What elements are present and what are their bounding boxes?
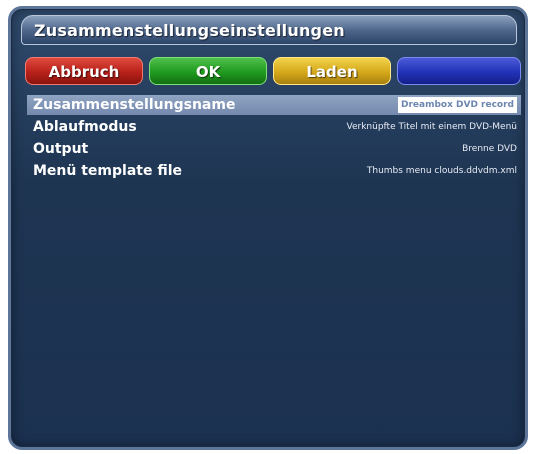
setting-row-output[interactable]: Output Brenne DVD xyxy=(27,139,521,159)
setting-value: Verknüpfte Titel mit einem DVD-Menü xyxy=(346,122,518,132)
color-button-bar: Abbruch OK Laden xyxy=(25,57,521,85)
load-button[interactable]: Laden xyxy=(273,57,391,85)
setting-label: Ablaufmodus xyxy=(33,119,137,135)
setting-label: Zusammenstellungsname xyxy=(33,97,236,113)
window-title: Zusammenstellungseinstellungen xyxy=(34,21,345,40)
setting-label: Output xyxy=(33,141,89,157)
settings-list: Zusammenstellungsname Dreambox DVD recor… xyxy=(27,95,521,183)
setting-value: Brenne DVD xyxy=(462,144,517,154)
settings-window: Zusammenstellungseinstellungen Abbruch O… xyxy=(8,6,528,450)
title-bar: Zusammenstellungseinstellungen xyxy=(21,15,517,45)
setting-row-playback-mode[interactable]: Ablaufmodus Verknüpfte Titel mit einem D… xyxy=(27,117,521,137)
ok-button[interactable]: OK xyxy=(149,57,267,85)
setting-row-compilation-name[interactable]: Zusammenstellungsname Dreambox DVD recor… xyxy=(27,95,521,115)
setting-row-menu-template[interactable]: Menü template file Thumbs menu clouds.dd… xyxy=(27,161,521,181)
setting-label: Menü template file xyxy=(33,163,183,179)
blue-button[interactable] xyxy=(397,57,521,85)
cancel-button[interactable]: Abbruch xyxy=(25,57,143,85)
setting-value-input[interactable]: Dreambox DVD record xyxy=(397,97,517,113)
setting-value: Thumbs menu clouds.ddvdm.xml xyxy=(366,166,517,176)
